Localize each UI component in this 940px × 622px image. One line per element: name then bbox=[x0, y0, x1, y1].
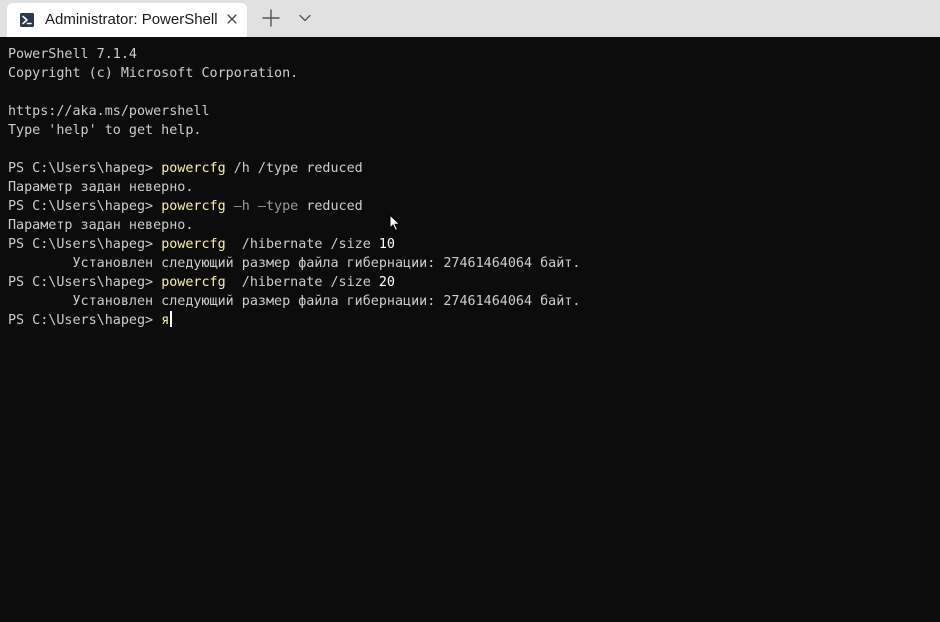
output-text: Параметр задан неверно. bbox=[8, 218, 194, 233]
terminal-line: PowerShell 7.1.4 bbox=[8, 45, 933, 64]
terminal-line: Параметр задан неверно. bbox=[8, 178, 933, 197]
terminal-line: Установлен следующий размер файла гиберн… bbox=[8, 254, 933, 273]
close-icon[interactable] bbox=[224, 11, 240, 27]
prompt: PS C:\Users\hapeg> bbox=[8, 237, 162, 252]
prompt: PS C:\Users\hapeg> bbox=[8, 161, 162, 176]
command-argument: /hibernate /size bbox=[225, 237, 379, 252]
terminal-line: PS C:\Users\hapeg> я bbox=[8, 311, 933, 330]
terminal-line: PS C:\Users\hapeg> powercfg /h /type red… bbox=[8, 159, 933, 178]
prompt: PS C:\Users\hapeg> bbox=[8, 199, 162, 214]
terminal-line: PS C:\Users\hapeg> powercfg /hibernate /… bbox=[8, 273, 933, 292]
command-argument: 10 bbox=[378, 237, 395, 252]
command-argument: –h –type bbox=[225, 199, 307, 214]
command-argument: /hibernate /size bbox=[225, 275, 379, 290]
output-text: https://aka.ms/powershell bbox=[8, 104, 210, 119]
command-argument: 20 bbox=[378, 275, 395, 290]
powershell-icon bbox=[20, 13, 34, 27]
output-text: Установлен следующий размер файла гиберн… bbox=[8, 294, 581, 309]
output-text: Параметр задан неверно. bbox=[8, 180, 194, 195]
output-text: Type 'help' to get help. bbox=[8, 123, 202, 138]
mouse-pointer-icon bbox=[389, 214, 401, 232]
command: powercfg bbox=[161, 275, 226, 290]
command-argument: /h /type bbox=[225, 161, 307, 176]
terminal-line: Type 'help' to get help. bbox=[8, 121, 933, 140]
command: powercfg bbox=[161, 199, 226, 214]
prompt: PS C:\Users\hapeg> bbox=[8, 313, 162, 328]
output-text: Copyright (c) Microsoft Corporation. bbox=[8, 66, 299, 81]
terminal-line: Параметр задан неверно. bbox=[8, 216, 933, 235]
command-argument: reduced bbox=[306, 161, 363, 176]
output-text: PowerShell 7.1.4 bbox=[8, 47, 137, 62]
command: powercfg bbox=[161, 161, 226, 176]
prompt: PS C:\Users\hapeg> bbox=[8, 275, 162, 290]
terminal-line: Установлен следующий размер файла гиберн… bbox=[8, 292, 933, 311]
terminal-line: Copyright (c) Microsoft Corporation. bbox=[8, 64, 933, 83]
plus-icon[interactable] bbox=[261, 8, 281, 28]
terminal-line: PS C:\Users\hapeg> powercfg /hibernate /… bbox=[8, 235, 933, 254]
terminal-line: https://aka.ms/powershell bbox=[8, 102, 933, 121]
command-argument: reduced bbox=[306, 199, 363, 214]
tab-title: Administrator: PowerShell bbox=[45, 11, 217, 28]
command: powercfg bbox=[161, 237, 226, 252]
chevron-down-icon[interactable] bbox=[298, 11, 312, 25]
text-cursor bbox=[170, 311, 173, 327]
command: я bbox=[161, 313, 170, 328]
tab-powershell[interactable]: Administrator: PowerShell bbox=[7, 3, 247, 37]
terminal-window: Administrator: PowerShell PowerShell 7.1… bbox=[0, 0, 940, 622]
output-text: Установлен следующий размер файла гиберн… bbox=[8, 256, 581, 271]
tab-bar: Administrator: PowerShell bbox=[0, 0, 940, 37]
terminal-output[interactable]: PowerShell 7.1.4 Copyright (c) Microsoft … bbox=[8, 45, 933, 615]
terminal-line: PS C:\Users\hapeg> powercfg –h –type red… bbox=[8, 197, 933, 216]
